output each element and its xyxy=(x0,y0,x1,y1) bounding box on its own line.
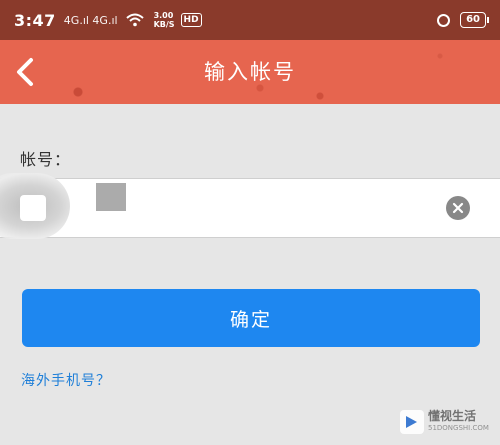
speed-unit: KB/S xyxy=(153,20,175,29)
confirm-button[interactable]: 确定 xyxy=(22,289,480,347)
blurred-avatar xyxy=(0,173,70,239)
blurred-image xyxy=(96,183,126,211)
account-input-row xyxy=(0,173,500,239)
wifi-icon xyxy=(125,13,144,27)
signal-icon: 4G.ıl 4G.ıl xyxy=(63,13,118,27)
nav-bar: 输入帐号 xyxy=(0,40,500,104)
watermark: 懂视生活 51DONGSHI.COM xyxy=(400,410,489,434)
speed-value: 3.00 xyxy=(153,11,174,20)
close-circle-icon xyxy=(452,202,464,214)
rotation-lock-icon xyxy=(437,13,451,27)
clear-input-button[interactable] xyxy=(446,196,470,220)
battery-indicator: 60 xyxy=(460,12,489,28)
watermark-logo-icon xyxy=(400,410,424,434)
account-input[interactable] xyxy=(140,187,434,231)
hd-badge: HD xyxy=(180,13,202,27)
account-label: 帐号： xyxy=(20,150,72,169)
status-bar: 3:47 4G.ıl 4G.ıl 3.00 KB/S HD 60 xyxy=(0,0,500,40)
network-speed: 3.00 KB/S xyxy=(154,11,175,29)
page-title: 输入帐号 xyxy=(204,60,296,84)
watermark-name: 懂视生活 xyxy=(428,409,477,423)
status-time: 3:47 xyxy=(14,10,56,30)
overseas-phone-link[interactable]: 海外手机号？ xyxy=(21,370,111,390)
watermark-url: 51DONGSHI.COM xyxy=(428,424,489,432)
